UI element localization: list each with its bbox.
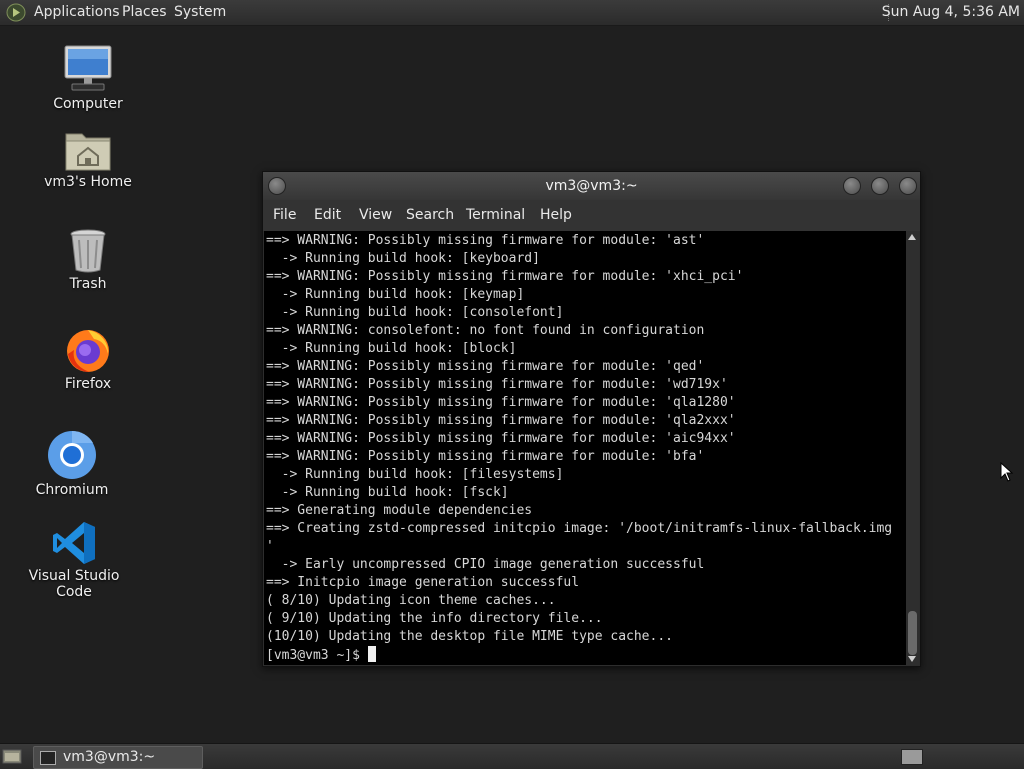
minimize-button[interactable] [843,177,861,195]
terminal-icon [40,751,56,765]
desktop-icon-trash[interactable]: Trash [28,228,148,292]
workspace-switcher[interactable] [901,749,923,765]
desktop-icon-computer[interactable]: Computer [28,44,148,112]
terminal-line: ==> WARNING: Possibly missing firmware f… [266,413,736,428]
chromium-icon [48,430,96,479]
vscode-icon [53,522,95,564]
terminal-line: -> Running build hook: [consolefont] [266,305,564,320]
terminal-line: ==> Generating module dependencies [266,503,533,518]
desktop-icon-firefox[interactable]: Firefox [28,326,148,392]
terminal-lines: ==> WARNING: Possibly missing firmware f… [266,232,892,664]
terminal-line: -> Running build hook: [fsck] [266,485,509,500]
top-panel: Applications Places System Sun Aug 4, 5:… [0,0,1024,26]
terminal-line: ==> WARNING: Possibly missing firmware f… [266,269,744,284]
terminal-scrollbar[interactable] [906,231,919,665]
clock[interactable]: Sun Aug 4, 5:36 AM [882,0,1020,25]
desktop-icon-home[interactable]: vm3's Home [28,128,148,190]
terminal-output[interactable]: ==> WARNING: Possibly missing firmware f… [264,231,906,665]
terminal-line: ' [266,539,274,554]
terminal-cursor [367,646,376,662]
home-folder-icon [65,133,111,171]
terminal-line: ==> WARNING: consolefont: no font found … [266,323,705,338]
scrollbar-thumb[interactable] [908,611,917,655]
desktop-icon-label: Visual Studio Code [28,568,120,600]
terminal-line: -> Running build hook: [keymap] [266,287,525,302]
terminal-line: ( 9/10) Updating the info directory file… [266,611,603,626]
menu-file[interactable]: File [273,200,296,231]
desktop-icon-vscode[interactable]: Visual Studio Code [14,520,134,600]
terminal-line: ==> WARNING: Possibly missing firmware f… [266,377,728,392]
taskbar-item-label: vm3@vm3:~ [63,749,156,765]
menu-edit[interactable]: Edit [314,200,341,231]
menu-terminal[interactable]: Terminal [466,200,525,231]
window-title: vm3@vm3:~ [545,178,638,194]
desktop-icon-label: vm3's Home [44,174,132,190]
menu-view[interactable]: View [359,200,392,231]
places-menu[interactable]: Places [122,0,167,25]
taskbar-item-terminal[interactable]: vm3@vm3:~ [33,746,203,769]
terminal-prompt: [vm3@vm3 ~]$ [266,648,368,663]
applications-menu-icon[interactable] [6,3,26,22]
terminal-line: -> Running build hook: [block] [266,341,517,356]
terminal-line: ==> Initcpio image generation successful [266,575,580,590]
mouse-pointer-icon [1000,462,1014,482]
maximize-button[interactable] [871,177,889,195]
desktop-icon-label: Firefox [64,376,112,392]
terminal-line: -> Running build hook: [filesystems] [266,467,564,482]
monitor-icon [64,45,112,91]
terminal-line: ==> WARNING: Possibly missing firmware f… [266,449,705,464]
system-menu[interactable]: System [174,0,226,25]
show-desktop-icon[interactable] [2,748,22,765]
scroll-up-arrow-icon[interactable] [908,234,916,240]
firefox-icon [67,330,109,372]
terminal-line: (10/10) Updating the desktop file MIME t… [266,629,673,644]
terminal-line: -> Early uncompressed CPIO image generat… [266,557,705,572]
terminal-prompt-line[interactable]: [vm3@vm3 ~]$ [266,646,892,664]
terminal-line: ==> WARNING: Possibly missing firmware f… [266,395,736,410]
terminal-line: ==> WARNING: Possibly missing firmware f… [266,359,705,374]
desktop-icon-label: Chromium [35,482,109,498]
window-titlebar[interactable]: vm3@vm3:~ [263,172,920,200]
applications-menu[interactable]: Applications [34,0,120,25]
terminal-line: ( 8/10) Updating icon theme caches... [266,593,556,608]
terminal-line: ==> WARNING: Possibly missing firmware f… [266,233,705,248]
scroll-down-arrow-icon[interactable] [908,656,916,662]
close-button[interactable] [899,177,917,195]
terminal-line: -> Running build hook: [keyboard] [266,251,540,266]
desktop-icon-label: Computer [53,96,123,112]
trash-icon [70,229,106,273]
desktop-icon-chromium[interactable]: Chromium [12,430,132,498]
terminal-menubar: File Edit View Search Terminal Help [263,200,920,231]
bottom-panel: vm3@vm3:~ [0,743,1024,769]
desktop-icon-label: Trash [69,276,107,292]
terminal-window[interactable]: vm3@vm3:~ File Edit View Search Terminal… [262,171,921,667]
menu-help[interactable]: Help [540,200,572,231]
terminal-line: ==> Creating zstd-compressed initcpio im… [266,521,893,536]
menu-search[interactable]: Search [406,200,454,231]
terminal-line: ==> WARNING: Possibly missing firmware f… [266,431,736,446]
